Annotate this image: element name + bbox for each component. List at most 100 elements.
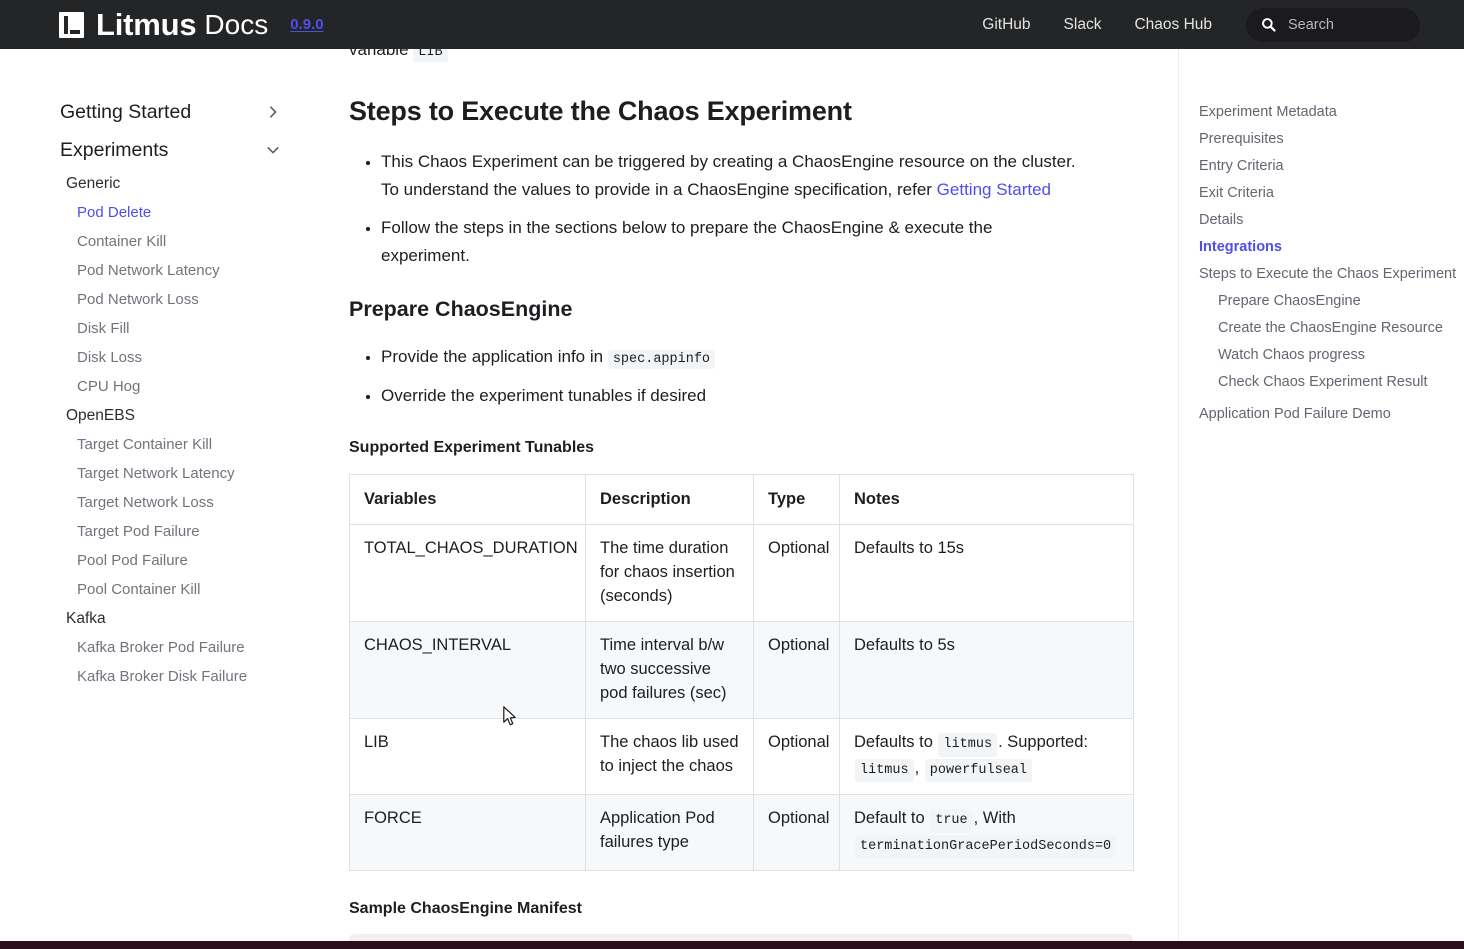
search-placeholder: Search <box>1288 16 1334 33</box>
table-row: FORCE Application Pod failures type Opti… <box>349 794 1134 872</box>
list-item: Follow the steps in the sections below t… <box>381 214 1081 269</box>
intro-bullet-list: This Chaos Experiment can be triggered b… <box>349 148 1137 269</box>
nav-link-slack[interactable]: Slack <box>1064 16 1102 34</box>
cell-variable: TOTAL_CHAOS_DURATION <box>349 524 586 623</box>
column-header-notes: Notes <box>839 473 1134 526</box>
notes-text: , <box>914 758 924 777</box>
sidebar-item-target-container-kill[interactable]: Target Container Kill <box>0 430 308 459</box>
toc-item-exit-criteria[interactable]: Exit Criteria <box>1179 180 1464 207</box>
notes-text: . Supported: <box>998 732 1088 751</box>
book-icon <box>55 9 87 41</box>
cell-variable: FORCE <box>349 794 586 872</box>
sidebar-section-label: Experiments <box>60 138 169 161</box>
sidebar-section-label: Getting Started <box>60 100 192 123</box>
version-badge[interactable]: 0.9.0 <box>290 17 323 32</box>
table-body: TOTAL_CHAOS_DURATION The time duration f… <box>349 524 1134 872</box>
toc-item-experiment-metadata[interactable]: Experiment Metadata <box>1179 99 1464 126</box>
cell-type: Optional <box>753 621 840 719</box>
chevron-right-icon <box>270 106 277 118</box>
sidebar-section-experiments[interactable]: Experiments <box>0 131 308 169</box>
cut-off-text: variable <box>349 49 409 59</box>
toc-item-pod-failure-demo[interactable]: Application Pod Failure Demo <box>1179 401 1464 428</box>
table-row: TOTAL_CHAOS_DURATION The time duration f… <box>349 524 1134 623</box>
inline-code-true: true <box>930 809 973 833</box>
inline-code-spec-appinfo: spec.appinfo <box>607 350 716 370</box>
cut-off-inline-code: LIB <box>413 49 448 62</box>
sidebar-section-getting-started[interactable]: Getting Started <box>0 93 308 131</box>
sidebar-item-pod-delete[interactable]: Pod Delete <box>0 198 308 227</box>
cell-description: The time duration for chaos insertion (s… <box>585 524 754 623</box>
section-heading-prepare-chaosengine: Prepare ChaosEngine <box>349 297 573 322</box>
inline-code-litmus: litmus <box>855 758 914 783</box>
notes-text: Defaults to 5s <box>854 636 955 655</box>
column-header-variables: Variables <box>349 473 586 526</box>
main-content: variable LIB Steps to Execute the Chaos … <box>308 49 1178 949</box>
list-item: Provide the application info in spec.app… <box>381 343 1081 371</box>
brand-home-link[interactable]: Litmus Docs <box>55 9 268 41</box>
sidebar-item-disk-loss[interactable]: Disk Loss <box>0 343 308 372</box>
cell-notes: Defaults to 15s <box>839 524 1134 623</box>
sidebar-item-container-kill[interactable]: Container Kill <box>0 227 308 256</box>
inline-code-powerfulseal: powerfulseal <box>924 758 1032 783</box>
notes-text: Defaults to 15s <box>854 539 965 558</box>
sidebar-item-pool-container-kill[interactable]: Pool Container Kill <box>0 575 308 604</box>
subsection-heading-manifest: Sample ChaosEngine Manifest <box>349 900 582 918</box>
list-item: This Chaos Experiment can be triggered b… <box>381 148 1081 203</box>
toc-item-prepare-chaosengine[interactable]: Prepare ChaosEngine <box>1179 288 1464 315</box>
cell-type: Optional <box>753 524 840 623</box>
getting-started-link[interactable]: Getting Started <box>937 180 1051 199</box>
toc-item-check-result[interactable]: Check Chaos Experiment Result <box>1179 369 1464 396</box>
nav-link-github[interactable]: GitHub <box>982 16 1030 34</box>
toc-item-create-chaosengine[interactable]: Create the ChaosEngine Resource <box>1179 315 1464 342</box>
cell-description: The chaos lib used to inject the chaos <box>585 717 754 796</box>
prepare-bullet-list: Provide the application info in spec.app… <box>349 343 1137 409</box>
toc-item-watch-chaos-progress[interactable]: Watch Chaos progress <box>1179 342 1464 369</box>
page-title: Steps to Execute the Chaos Experiment <box>349 96 852 126</box>
search-icon <box>1262 18 1276 32</box>
brand-title: Litmus <box>96 7 197 42</box>
sidebar-item-kafka-broker-disk-failure[interactable]: Kafka Broker Disk Failure <box>0 662 308 691</box>
bullet-text: Provide the application info in <box>381 347 608 367</box>
list-item: Override the experiment tunables if desi… <box>381 382 1081 410</box>
cell-type: Optional <box>753 794 840 872</box>
cut-off-paragraph: variable LIB <box>349 49 448 62</box>
notes-text: Defaults to <box>854 732 938 751</box>
cell-description: Application Pod failures type <box>585 794 754 872</box>
column-header-type: Type <box>753 473 840 526</box>
sidebar-item-pool-pod-failure[interactable]: Pool Pod Failure <box>0 546 308 575</box>
toc-item-entry-criteria[interactable]: Entry Criteria <box>1179 153 1464 180</box>
sidebar-category-kafka: Kafka <box>66 610 106 627</box>
sidebar-item-kafka-broker-pod-failure[interactable]: Kafka Broker Pod Failure <box>0 633 308 662</box>
toc-item-integrations[interactable]: Integrations <box>1179 234 1464 261</box>
toc-item-details[interactable]: Details <box>1179 207 1464 234</box>
cell-variable: CHAOS_INTERVAL <box>349 621 586 719</box>
inline-code-termination-grace: terminationGracePeriodSeconds=0 <box>855 834 1117 859</box>
table-row: LIB The chaos lib used to inject the cha… <box>349 717 1134 796</box>
table-row: CHAOS_INTERVAL Time interval b/w two suc… <box>349 621 1134 719</box>
sidebar-item-pod-network-latency[interactable]: Pod Network Latency <box>0 256 308 285</box>
sidebar-item-target-network-latency[interactable]: Target Network Latency <box>0 459 308 488</box>
sidebar-item-target-network-loss[interactable]: Target Network Loss <box>0 488 308 517</box>
sidebar-item-cpu-hog[interactable]: CPU Hog <box>0 372 308 401</box>
nav-link-chaos-hub[interactable]: Chaos Hub <box>1134 16 1212 34</box>
cell-type: Optional <box>753 717 840 796</box>
top-navbar: Litmus Docs 0.9.0 GitHub Slack Chaos Hub… <box>0 0 1464 49</box>
navbar-right: GitHub Slack Chaos Hub Search <box>982 7 1420 42</box>
sidebar-category-generic: Generic <box>66 175 121 192</box>
table-header-row: Variables Description Type Notes <box>349 473 1134 526</box>
table-head: Variables Description Type Notes <box>349 473 1134 526</box>
sidebar-item-target-pod-failure[interactable]: Target Pod Failure <box>0 517 308 546</box>
cell-notes: Defaults to litmus. Supported: litmus, p… <box>839 717 1134 796</box>
sidebar-item-pod-network-loss[interactable]: Pod Network Loss <box>0 285 308 314</box>
chevron-down-icon <box>267 147 279 154</box>
left-sidebar: Getting Started Experiments Generic Pod … <box>0 49 308 949</box>
inline-code-litmus: litmus <box>938 732 998 757</box>
sidebar-category-openebs: OpenEBS <box>66 407 135 424</box>
notes-text: , With <box>973 809 1016 828</box>
toc-item-prerequisites[interactable]: Prerequisites <box>1179 126 1464 153</box>
toc-item-steps-to-execute[interactable]: Steps to Execute the Chaos Experiment <box>1179 261 1464 288</box>
sidebar-item-disk-fill[interactable]: Disk Fill <box>0 314 308 343</box>
cell-description: Time interval b/w two successive pod fai… <box>585 621 754 719</box>
column-header-description: Description <box>585 473 754 526</box>
search-input[interactable]: Search <box>1246 7 1420 42</box>
